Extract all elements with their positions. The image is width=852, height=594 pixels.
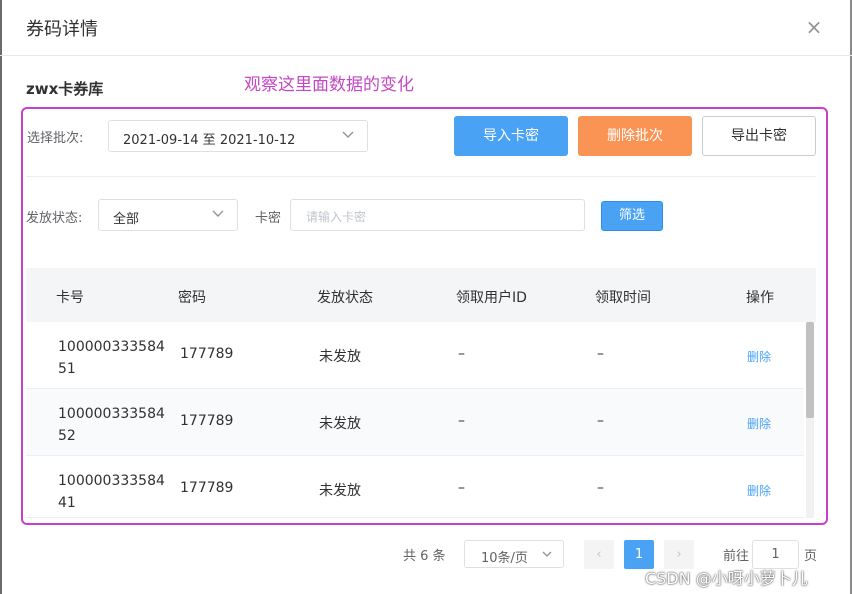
section-divider [26,176,816,177]
table-row: 100000333584 41 177789 未发放 – – 删除 [26,456,804,518]
table-header: 卡号 密码 发放状态 领取用户ID 领取时间 操作 [26,268,816,322]
goto-suffix: 页 [804,549,818,564]
card-number: 100000333584 51 [58,339,165,377]
user-id-cell: – [458,346,465,362]
password-cell: 177789 [180,346,234,362]
delete-row-link[interactable]: 删除 [747,415,771,432]
dialog-header: 券码详情 × [0,0,852,56]
status-cell: 未发放 [319,416,361,432]
goto-label: 前往 [723,549,750,564]
header-password: 密码 [178,290,206,306]
code-input[interactable]: 请输入卡密 [290,199,585,231]
table-scrollbar[interactable] [806,322,814,518]
chevron-down-icon [542,551,552,557]
batch-select[interactable]: 2021-09-14 至 2021-10-12 [108,120,368,152]
status-cell: 未发放 [319,483,361,499]
page-size-value: 10条/页 [481,551,528,566]
dialog-title: 券码详情 [26,19,98,40]
header-status: 发放状态 [317,290,373,306]
export-codes-button[interactable]: 导出卡密 [702,116,816,156]
header-action: 操作 [746,290,774,306]
import-codes-button[interactable]: 导入卡密 [454,116,568,156]
library-title: zwx卡券库 [26,80,104,98]
batch-select-value: 2021-09-14 至 2021-10-12 [123,133,296,148]
annotation-text: 观察这里面数据的变化 [244,75,414,95]
status-cell: 未发放 [319,349,361,365]
password-cell: 177789 [180,480,234,496]
code-label: 卡密 [255,211,282,226]
time-cell: – [597,346,604,362]
page-size-select[interactable]: 10条/页 [464,540,564,568]
window-edge-left [0,0,2,594]
time-cell: – [597,413,604,429]
scrollbar-thumb[interactable] [806,322,814,418]
password-cell: 177789 [180,413,234,429]
status-select-value: 全部 [113,212,140,227]
card-number: 100000333584 41 [58,473,165,511]
watermark-text: CSDN @小呀小萝卜儿 [645,569,808,588]
user-id-cell: – [458,480,465,496]
time-cell: – [597,480,604,496]
prev-page-icon[interactable]: ‹ [584,540,614,569]
table-row: 100000333584 51 177789 未发放 – – 删除 [26,322,804,389]
code-input-placeholder: 请输入卡密 [306,210,367,224]
header-user-id: 领取用户ID [456,290,527,306]
table-row: 100000333584 52 177789 未发放 – – 删除 [26,389,804,456]
chevron-down-icon [342,131,354,138]
delete-row-link[interactable]: 删除 [747,482,771,499]
user-id-cell: – [458,413,465,429]
card-number: 100000333584 52 [58,406,165,444]
chevron-down-icon [212,210,224,217]
header-time: 领取时间 [595,290,651,306]
pagination-total: 共 6 条 [403,549,446,564]
header-card-number: 卡号 [56,290,84,306]
close-icon[interactable]: × [804,15,824,39]
batch-label: 选择批次: [27,131,84,146]
delete-batch-button[interactable]: 删除批次 [578,116,692,156]
status-select[interactable]: 全部 [98,199,238,231]
filter-button[interactable]: 筛选 [601,201,663,231]
delete-row-link[interactable]: 删除 [747,348,771,365]
status-label: 发放状态: [26,211,83,226]
